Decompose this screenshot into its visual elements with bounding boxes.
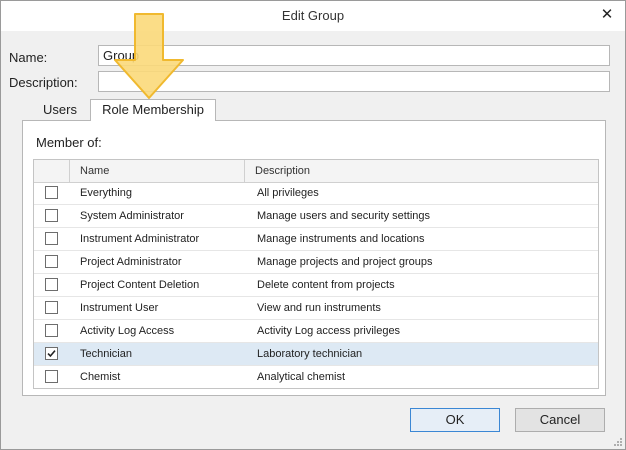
row-checkbox[interactable] [45, 232, 58, 245]
row-name: Technician [80, 348, 132, 360]
row-description: Manage projects and project groups [257, 256, 433, 268]
arrow-down-icon [114, 13, 184, 99]
row-description: Manage instruments and locations [257, 233, 425, 245]
role-membership-panel: Member of: Name Description Everything A… [22, 120, 606, 396]
row-checkbox-checked[interactable] [45, 347, 58, 360]
row-checkbox[interactable] [45, 186, 58, 199]
row-description: Manage users and security settings [257, 210, 431, 222]
row-name: System Administrator [80, 210, 184, 222]
grid-header: Name Description [34, 160, 598, 183]
table-row[interactable]: System Administrator Manage users and se… [34, 205, 598, 228]
row-name: Activity Log Access [80, 325, 175, 337]
table-row[interactable]: Everything All privileges [34, 182, 598, 205]
description-label: Description: [9, 75, 78, 90]
row-name: Everything [80, 187, 132, 199]
title-bar: Edit Group ✕ [1, 1, 625, 31]
row-name: Instrument Administrator [80, 233, 200, 245]
membership-grid: Name Description Everything All privileg… [33, 159, 599, 389]
row-description: View and run instruments [257, 302, 381, 314]
table-row-selected[interactable]: Technician Laboratory technician [34, 343, 598, 366]
row-checkbox[interactable] [45, 301, 58, 314]
row-name: Chemist [80, 371, 121, 383]
row-description: Activity Log access privileges [257, 325, 401, 337]
table-row[interactable]: Chemist Analytical chemist [34, 366, 598, 388]
row-checkbox[interactable] [45, 255, 58, 268]
row-description: Laboratory technician [257, 348, 363, 360]
description-column-header[interactable]: Description [245, 160, 598, 182]
row-description: All privileges [257, 187, 319, 199]
member-of-heading: Member of: [36, 135, 102, 150]
row-description: Delete content from projects [257, 279, 395, 291]
select-column-header [34, 160, 70, 182]
edit-group-dialog: Edit Group ✕ Name: Description: Users Ro… [0, 0, 626, 450]
table-row[interactable]: Activity Log Access Activity Log access … [34, 320, 598, 343]
row-checkbox[interactable] [45, 278, 58, 291]
row-name: Instrument User [80, 302, 159, 314]
row-checkbox[interactable] [45, 209, 58, 222]
name-label: Name: [9, 50, 48, 65]
tab-users[interactable]: Users [33, 101, 87, 121]
close-icon[interactable]: ✕ [597, 5, 617, 25]
row-checkbox[interactable] [45, 324, 58, 337]
ok-button[interactable]: OK [410, 408, 500, 432]
row-description: Analytical chemist [257, 371, 346, 383]
table-row[interactable]: Instrument User View and run instruments [34, 297, 598, 320]
resize-grip-icon[interactable] [613, 437, 623, 447]
dialog-title: Edit Group [281, 8, 345, 23]
table-row[interactable]: Project Content Deletion Delete content … [34, 274, 598, 297]
name-column-header[interactable]: Name [70, 160, 245, 182]
checkmark-icon [47, 350, 56, 358]
table-row[interactable]: Instrument Administrator Manage instrume… [34, 228, 598, 251]
row-name: Project Content Deletion [80, 279, 200, 291]
cancel-button[interactable]: Cancel [515, 408, 605, 432]
tab-role-membership[interactable]: Role Membership [90, 99, 216, 121]
row-name: Project Administrator [80, 256, 182, 268]
table-row[interactable]: Project Administrator Manage projects an… [34, 251, 598, 274]
row-checkbox[interactable] [45, 370, 58, 383]
